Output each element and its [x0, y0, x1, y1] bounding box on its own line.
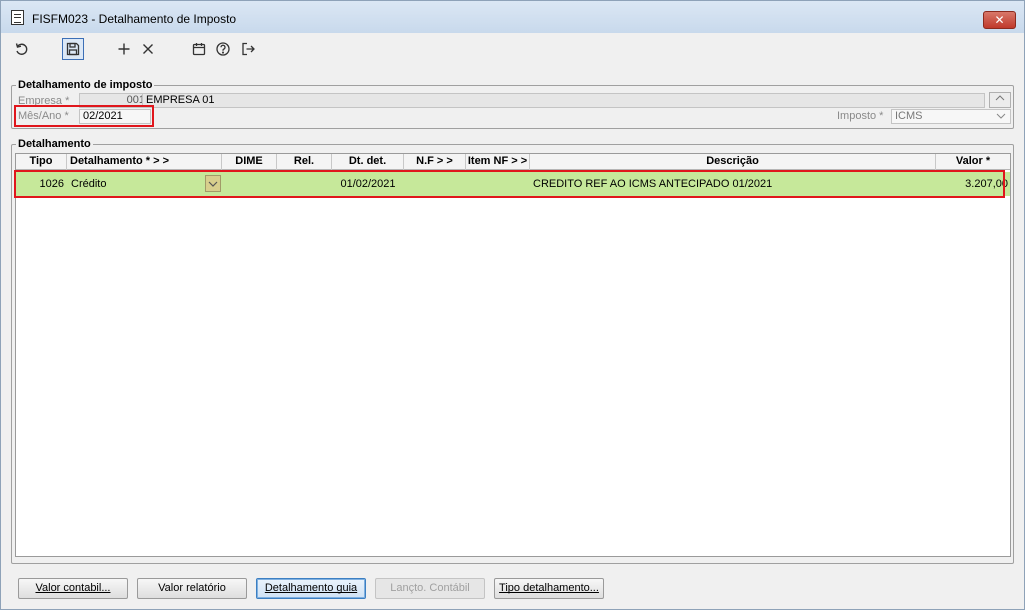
col-header-detalhamento[interactable]: Detalhamento * > > — [67, 154, 222, 170]
valor-relatorio-button[interactable]: Valor relatório — [137, 578, 247, 599]
col-header-item-nf[interactable]: Item NF > > — [466, 154, 530, 170]
cell-rel — [277, 172, 332, 196]
grid-header: Tipo Detalhamento * > > DIME Rel. Dt. de… — [16, 154, 1010, 170]
delete-icon[interactable] — [137, 38, 159, 60]
undo-icon[interactable] — [11, 38, 33, 60]
save-icon[interactable] — [62, 38, 84, 60]
chevron-down-icon[interactable] — [205, 175, 221, 192]
close-button[interactable]: ✕ — [983, 11, 1016, 29]
cell-detalhamento[interactable]: Crédito — [71, 172, 201, 196]
cell-dt-det: 01/02/2021 — [340, 178, 396, 190]
mesano-field[interactable]: 02/2021 — [79, 109, 151, 124]
col-header-dime[interactable]: DIME — [222, 154, 277, 170]
calendar-icon[interactable] — [188, 38, 210, 60]
col-header-descricao[interactable]: Descrição — [530, 154, 936, 170]
cell-descricao: CREDITO REF AO ICMS ANTECIPADO 01/2021 — [533, 178, 773, 190]
imposto-label: Imposto * — [837, 110, 884, 122]
valor-contabil-button[interactable]: Valor contabil... — [18, 578, 128, 599]
col-header-nf[interactable]: N.F > > — [404, 154, 466, 170]
empresa-lookup-button[interactable] — [989, 92, 1011, 108]
table-row[interactable]: 1026 Crédito 01/02/2021 CREDITO REF AO I… — [16, 172, 1010, 196]
tax-detail-group-label: Detalhamento de imposto — [16, 79, 155, 91]
col-header-dt-det[interactable]: Dt. det. — [332, 154, 404, 170]
empresa-name-field: EMPRESA 01 — [142, 93, 985, 108]
chevron-down-icon[interactable] — [993, 109, 1009, 123]
cell-valor: 3.207,00 — [965, 178, 1008, 190]
help-icon[interactable] — [212, 38, 234, 60]
detalhamento-guia-button[interactable]: Detalhamento guia — [256, 578, 366, 599]
exit-icon[interactable] — [237, 38, 259, 60]
lancto-contabil-button: Lançto. Contábil — [375, 578, 485, 599]
tipo-detalhamento-button[interactable]: Tipo detalhamento... — [494, 578, 604, 599]
cell-nf — [404, 172, 466, 196]
mesano-label: Mês/Ano * — [18, 110, 69, 122]
title-bar: FISFM023 - Detalhamento de Imposto ✕ — [1, 1, 1024, 33]
main-window: FISFM023 - Detalhamento de Imposto ✕ Det… — [0, 0, 1025, 610]
cell-dime — [222, 172, 277, 196]
toolbar — [1, 33, 1024, 67]
col-header-tipo[interactable]: Tipo — [16, 154, 67, 170]
cell-item-nf — [466, 172, 530, 196]
empresa-label: Empresa * — [18, 95, 70, 107]
detail-group-label: Detalhamento — [16, 138, 93, 150]
col-header-valor[interactable]: Valor * — [936, 154, 1010, 170]
detail-grid[interactable]: Tipo Detalhamento * > > DIME Rel. Dt. de… — [15, 153, 1011, 557]
col-header-rel[interactable]: Rel. — [277, 154, 332, 170]
add-icon[interactable] — [113, 38, 135, 60]
document-icon — [11, 10, 24, 25]
cell-tipo: 1026 — [39, 178, 64, 190]
window-title: FISFM023 - Detalhamento de Imposto — [32, 12, 237, 26]
empresa-code-field[interactable]: 001 — [79, 93, 149, 108]
